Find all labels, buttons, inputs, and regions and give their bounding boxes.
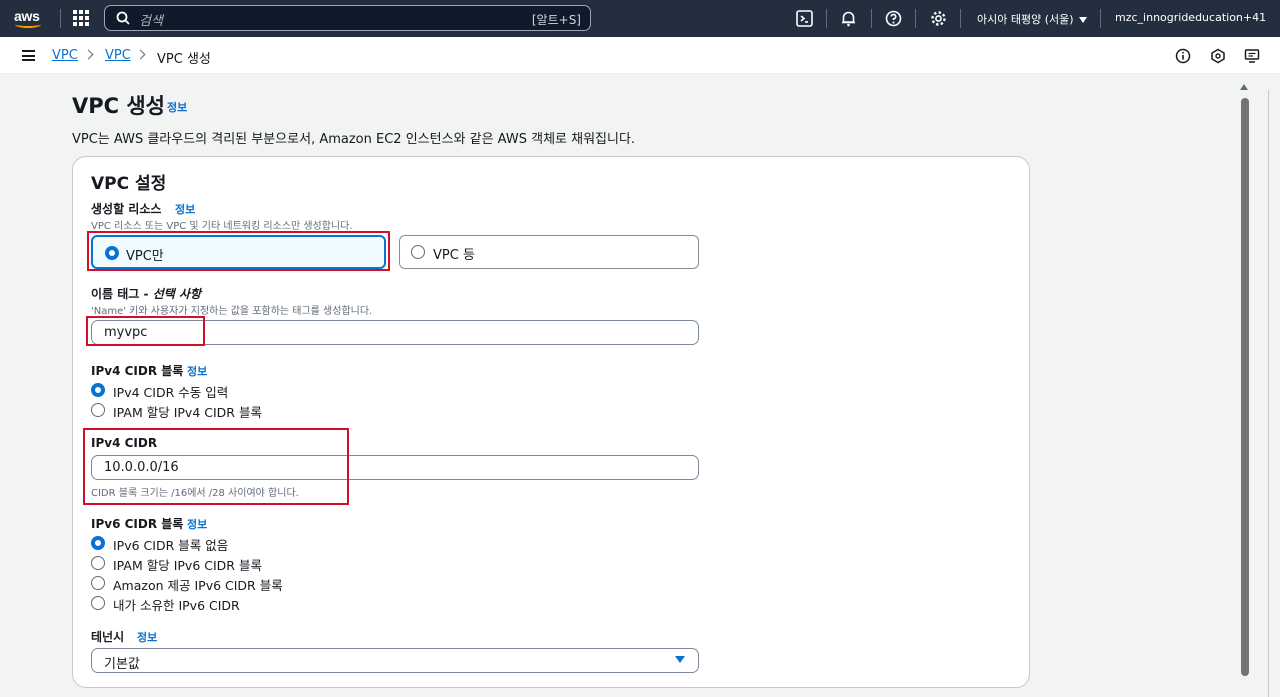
vpc-and-more-label: VPC 등	[433, 248, 475, 263]
nav-divider	[1100, 9, 1101, 28]
resources-label: 생성할 리소스	[91, 202, 162, 216]
highlight-box	[86, 316, 205, 346]
nav-divider	[871, 9, 872, 28]
scroll-up-arrow-icon[interactable]	[1240, 84, 1248, 90]
nav-divider	[60, 9, 61, 28]
highlight-box	[87, 231, 390, 271]
panel-heading: VPC 설정	[91, 174, 167, 194]
ipv4-ipam-label[interactable]: IPAM 할당 IPv4 CIDR 블록	[113, 402, 262, 421]
radio-ipv6-amazon[interactable]	[91, 576, 105, 590]
radio-vpc-and-more[interactable]	[411, 245, 425, 259]
ipv6-amazon-label[interactable]: Amazon 제공 IPv6 CIDR 블록	[113, 575, 283, 594]
search-input[interactable]: 검색 [알트+S]	[104, 5, 591, 31]
info-icon[interactable]	[1175, 48, 1191, 64]
highlight-box	[83, 428, 349, 505]
side-panel-edge	[1268, 90, 1280, 697]
name-tag-optional: 선택 사항	[152, 287, 202, 301]
page-info-link[interactable]: 정보	[167, 99, 187, 115]
settings-hexagon-icon[interactable]	[1210, 48, 1226, 64]
apps-grid-icon[interactable]	[73, 10, 89, 26]
feedback-icon[interactable]	[1244, 48, 1260, 64]
vpc-and-more-tile[interactable]: VPC 등	[399, 235, 699, 269]
breadcrumb-bar: VPC VPC VPC 생성	[0, 37, 1280, 74]
region-label: 아시아 태평양 (서울)	[977, 13, 1074, 26]
search-icon	[116, 11, 130, 25]
name-tag-label-text: 이름 태그 -	[91, 287, 153, 301]
bell-icon[interactable]	[839, 9, 858, 28]
menu-icon[interactable]	[22, 50, 35, 61]
breadcrumb-current: VPC 생성	[157, 52, 211, 67]
breadcrumb-vpc[interactable]: VPC	[52, 48, 78, 63]
chevron-right-icon	[83, 49, 94, 60]
caret-down-icon	[1078, 17, 1087, 23]
page-description: VPC는 AWS 클라우드의 격리된 부분으로서, Amazon EC2 인스턴…	[72, 132, 636, 147]
region-selector[interactable]: 아시아 태평양 (서울)	[977, 11, 1087, 27]
radio-ipv4-ipam[interactable]	[91, 403, 105, 417]
ipv6-byoip-label[interactable]: 내가 소유한 IPv6 CIDR	[113, 595, 240, 614]
tenancy-select[interactable]: 기본값	[91, 648, 699, 673]
nav-divider	[960, 9, 961, 28]
nav-divider	[915, 9, 916, 28]
top-navigation: aws 검색 [알트+S] 아시아 태평양 (서울) mzc_innogride…	[0, 0, 1280, 37]
page-title: VPC 생성	[72, 94, 166, 118]
ipv4-block-label: IPv4 CIDR 블록	[91, 364, 184, 378]
chevron-right-icon	[135, 49, 146, 60]
radio-ipv6-none[interactable]	[91, 536, 105, 550]
ipv4-manual-label[interactable]: IPv4 CIDR 수동 입력	[113, 382, 228, 401]
help-icon[interactable]	[884, 9, 903, 28]
ipv6-ipam-label[interactable]: IPAM 할당 IPv6 CIDR 블록	[113, 555, 262, 574]
aws-logo[interactable]: aws	[14, 6, 46, 30]
ipv6-block-label: IPv6 CIDR 블록	[91, 517, 184, 531]
aws-smile-icon	[15, 21, 41, 28]
name-tag-label: 이름 태그 - 선택 사항	[91, 285, 201, 302]
gear-icon[interactable]	[929, 9, 948, 28]
ipv6-block-info-link[interactable]: 정보	[187, 516, 207, 532]
ipv4-block-info-link[interactable]: 정보	[187, 363, 207, 379]
nav-divider	[826, 9, 827, 28]
tenancy-info-link[interactable]: 정보	[137, 629, 157, 645]
scrollbar-thumb[interactable]	[1241, 98, 1249, 676]
account-menu[interactable]: mzc_innogrideducation+41	[1115, 11, 1266, 24]
tenancy-label: 테넌시	[91, 630, 125, 644]
ipv6-none-label[interactable]: IPv6 CIDR 블록 없음	[113, 535, 228, 554]
resources-info-link[interactable]: 정보	[175, 201, 195, 217]
search-shortcut: [알트+S]	[531, 13, 581, 27]
name-tag-hint: 'Name' 키와 사용자가 지정하는 값을 포함하는 태그를 생성합니다.	[91, 306, 373, 317]
resources-hint: VPC 리소스 또는 VPC 및 기타 네트워킹 리소스만 생성합니다.	[91, 221, 353, 232]
tenancy-value: 기본값	[104, 657, 140, 672]
radio-ipv6-byoip[interactable]	[91, 596, 105, 610]
account-label: mzc_innogrideducation+41	[1115, 11, 1267, 24]
radio-ipv6-ipam[interactable]	[91, 556, 105, 570]
cloudshell-icon[interactable]	[795, 9, 814, 28]
radio-ipv4-manual[interactable]	[91, 383, 105, 397]
search-placeholder: 검색	[139, 14, 163, 29]
breadcrumb-vpc-list[interactable]: VPC	[105, 48, 131, 63]
caret-down-icon	[675, 656, 685, 663]
